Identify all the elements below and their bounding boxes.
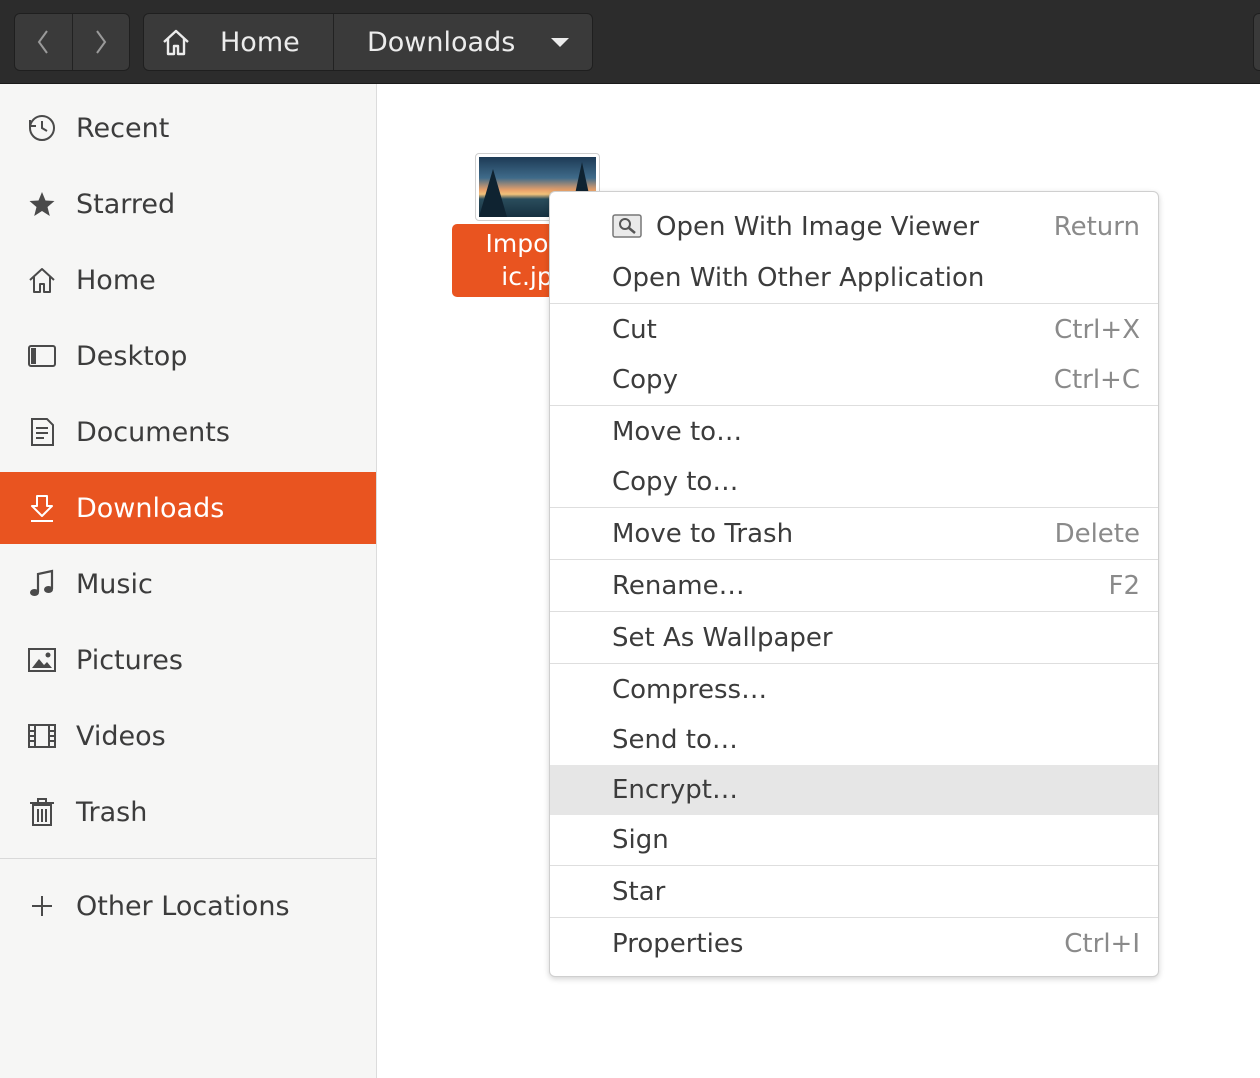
menu-separator [550, 405, 1158, 406]
sidebar: Recent Starred Home Desktop Documents Do… [0, 84, 377, 1078]
chevron-down-icon[interactable] [551, 37, 570, 47]
sidebar-item-other-locations[interactable]: Other Locations [0, 870, 376, 942]
menu-item-label: Cut [612, 315, 657, 345]
sidebar-divider [0, 858, 376, 859]
toolbar-button-partial[interactable] [1253, 13, 1260, 71]
menu-item-send-to[interactable]: Send to… [550, 715, 1158, 765]
star-icon [26, 188, 58, 220]
sidebar-item-starred[interactable]: Starred [0, 168, 376, 240]
sidebar-item-trash[interactable]: Trash [0, 776, 376, 848]
menu-item-label: Copy to… [612, 467, 739, 497]
menu-item-open-with-other-application[interactable]: Open With Other Application [550, 253, 1158, 303]
sidebar-item-label: Home [76, 264, 156, 296]
forward-button[interactable] [71, 14, 130, 70]
menu-item-shortcut: Return [1053, 212, 1140, 242]
menu-item-shortcut: F2 [1108, 571, 1141, 601]
sidebar-item-label: Videos [76, 720, 166, 752]
menu-item-star[interactable]: Star [550, 867, 1158, 917]
menu-item-shortcut: Ctrl+C [1053, 365, 1140, 395]
menu-item-shortcut: Ctrl+I [1064, 929, 1140, 959]
sidebar-item-label: Other Locations [76, 890, 290, 922]
plus-icon [26, 890, 58, 922]
sidebar-item-documents[interactable]: Documents [0, 396, 376, 468]
sidebar-item-recent[interactable]: Recent [0, 92, 376, 164]
sidebar-item-label: Pictures [76, 644, 183, 676]
download-icon [26, 492, 58, 524]
menu-item-move-to[interactable]: Move to… [550, 407, 1158, 457]
sidebar-item-desktop[interactable]: Desktop [0, 320, 376, 392]
menu-item-label: Star [612, 877, 666, 907]
film-icon [26, 720, 58, 752]
menu-separator [550, 611, 1158, 612]
menu-item-label: Compress… [612, 675, 768, 705]
trash-icon [26, 796, 58, 828]
menu-item-open-with-image-viewer[interactable]: Open With Image Viewer Return [550, 202, 1158, 252]
menu-separator [550, 507, 1158, 508]
menu-item-sign[interactable]: Sign [550, 815, 1158, 865]
menu-item-compress[interactable]: Compress… [550, 665, 1158, 715]
menu-separator [550, 865, 1158, 866]
chevron-left-icon [38, 30, 49, 54]
menu-separator [550, 303, 1158, 304]
menu-item-rename[interactable]: Rename… F2 [550, 561, 1158, 611]
picture-icon [26, 644, 58, 676]
menu-item-label: Rename… [612, 571, 745, 601]
menu-item-label: Properties [612, 929, 744, 959]
music-note-icon [26, 568, 58, 600]
home-icon [26, 264, 58, 296]
menu-item-label: Encrypt… [612, 775, 738, 805]
menu-separator [550, 917, 1158, 918]
sidebar-item-videos[interactable]: Videos [0, 700, 376, 772]
document-icon [26, 416, 58, 448]
menu-separator [550, 663, 1158, 664]
sidebar-item-label: Music [76, 568, 153, 600]
context-menu: Open With Image Viewer Return Open With … [549, 191, 1159, 977]
menu-item-move-to-trash[interactable]: Move to Trash Delete [550, 509, 1158, 559]
menu-item-label: Sign [612, 825, 669, 855]
path-button-downloads[interactable]: Downloads [333, 14, 592, 70]
menu-item-label: Send to… [612, 725, 738, 755]
header-bar: Home Downloads [0, 0, 1260, 84]
menu-item-label: Move to Trash [612, 519, 794, 549]
menu-item-label: Move to… [612, 417, 743, 447]
menu-item-properties[interactable]: Properties Ctrl+I [550, 919, 1158, 969]
menu-item-cut[interactable]: Cut Ctrl+X [550, 305, 1158, 355]
menu-item-label: Copy [612, 365, 678, 395]
sidebar-item-music[interactable]: Music [0, 548, 376, 620]
menu-item-label: Open With Image Viewer [656, 212, 980, 242]
sidebar-item-downloads[interactable]: Downloads [0, 472, 376, 544]
desktop-icon [26, 340, 58, 372]
menu-separator [550, 559, 1158, 560]
sidebar-item-pictures[interactable]: Pictures [0, 624, 376, 696]
sidebar-item-label: Desktop [76, 340, 188, 372]
sidebar-item-home[interactable]: Home [0, 244, 376, 316]
menu-item-set-as-wallpaper[interactable]: Set As Wallpaper [550, 613, 1158, 663]
menu-item-label: Open With Other Application [612, 263, 985, 293]
sidebar-item-label: Starred [76, 188, 176, 220]
menu-item-copy-to[interactable]: Copy to… [550, 457, 1158, 507]
menu-item-label: Set As Wallpaper [612, 623, 833, 653]
path-label-downloads: Downloads [367, 26, 516, 58]
menu-item-copy[interactable]: Copy Ctrl+C [550, 355, 1158, 405]
menu-item-encrypt[interactable]: Encrypt… [550, 765, 1158, 815]
image-viewer-icon [612, 214, 642, 238]
path-bar: Home Downloads [143, 13, 593, 71]
sidebar-item-label: Downloads [76, 492, 225, 524]
sidebar-item-label: Trash [76, 796, 148, 828]
navigation-buttons [14, 13, 130, 71]
clock-icon [26, 112, 58, 144]
path-label-home: Home [220, 26, 300, 58]
path-button-home[interactable]: Home [144, 14, 333, 70]
sidebar-item-label: Recent [76, 112, 170, 144]
back-button[interactable] [15, 14, 72, 70]
menu-item-shortcut: Ctrl+X [1054, 315, 1140, 345]
chevron-right-icon [95, 30, 106, 54]
sidebar-item-label: Documents [76, 416, 230, 448]
menu-item-shortcut: Delete [1054, 519, 1140, 549]
home-icon [163, 29, 189, 56]
